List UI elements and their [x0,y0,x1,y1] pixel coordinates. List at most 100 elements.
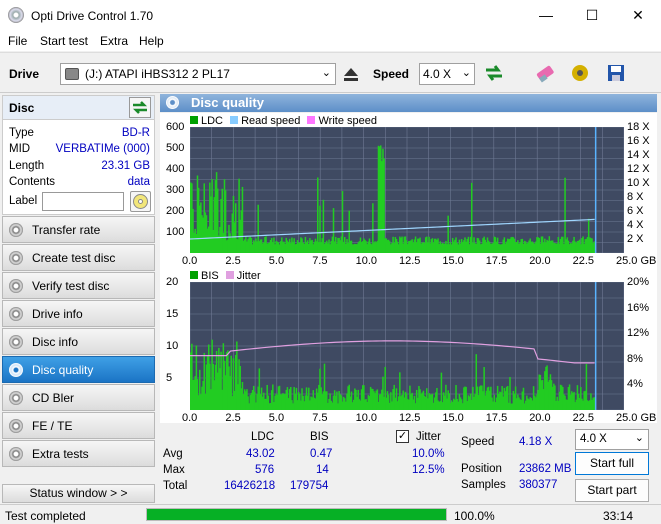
bis-chart: BIS Jitter 0.0 2.5 5.0 7.5 10.0 12.5 15.0 17.5 2… [160,268,657,424]
disc-refresh-button[interactable] [129,97,151,118]
disc-label-apply-button[interactable] [130,191,151,212]
y2-tick-label: 4% [627,378,643,391]
left-panel: Disc Type BD-R MID VERBATIMe (000) Lengt… [0,93,157,503]
y-tick-label: 100 [166,226,185,238]
chevron-down-icon: ⌄ [634,432,644,444]
disc-icon [9,307,23,321]
nav-drive-info[interactable]: Drive info [2,300,155,327]
drive-label: Drive [9,67,40,81]
x-tick-label: 20.0 [529,255,551,267]
nav-cd-bler[interactable]: CD Bler [2,384,155,411]
y2-tick-label: 12% [627,327,650,340]
status-text: Test completed [5,509,86,523]
speed-select-value: 4.0 X [423,67,452,81]
menu-start-test[interactable]: Start test [40,34,88,48]
nav-disc-info[interactable]: Disc info [2,328,155,355]
app-disc-icon [8,7,24,23]
data-bar [593,241,596,253]
jitter-legend-swatch [225,271,234,279]
start-full-button[interactable]: Start full [575,452,649,475]
disc-icon [9,447,23,461]
label-disc-icon [133,194,148,209]
stats-panel: LDC BIS ✓ Jitter Avg 43.02 0.47 10.0% Ma… [160,425,657,503]
disc-mid-value: VERBATIMe (000) [55,143,150,155]
total-ldc: 16426218 [224,480,276,492]
nav-fe-te[interactable]: FE / TE [2,412,155,439]
bis-legend-swatch [190,271,198,279]
disc-icon [9,223,23,237]
nav-label: CD Bler [32,391,75,405]
elapsed-time: 33:14 [603,509,634,523]
nav-label: FE / TE [32,419,73,433]
x-tick-label: 17.5 [485,255,508,267]
position-value: 23862 MB [519,463,572,475]
jitter-legend-label: Jitter [236,270,261,282]
nav-verify-test-disc[interactable]: Verify test disc [2,272,155,299]
x-tick-label: 5.0 [268,255,285,267]
jitter-checkbox[interactable]: ✓ [396,430,409,443]
x-tick-label: 25.0 GB [616,412,657,424]
x-tick-label: 2.5 [225,412,241,424]
minimize-button[interactable]: — [523,0,569,31]
disc-icon [9,279,23,293]
drive-select[interactable]: (J:) ATAPI iHBS312 2 PL17 ⌄ [60,63,336,85]
nav-label: Create test disc [32,251,116,265]
avg-key: Avg [163,448,183,460]
eject-icon [344,68,358,81]
maximize-button[interactable]: ☐ [569,0,615,31]
nav-disc-quality[interactable]: Disc quality [2,356,155,383]
nav-transfer-rate[interactable]: Transfer rate [2,216,155,243]
y2-tick-label: 10 X [627,177,650,189]
disc-icon [9,363,23,377]
x-tick-label: 0.0 [182,255,198,267]
refresh-speed-button[interactable] [481,60,507,86]
test-speed-select[interactable]: 4.0 X ⌄ [575,429,649,450]
x-tick-label: 12.5 [399,412,421,424]
start-part-button[interactable]: Start part [575,479,649,502]
x-tick-label: 12.5 [399,255,421,267]
settings-button[interactable] [567,60,593,86]
menu-bar: File Start test Extra Help [0,31,661,51]
eject-button[interactable] [338,61,364,87]
nav-label: Disc info [32,335,79,349]
speed-select[interactable]: 4.0 X ⌄ [419,63,475,85]
y2-tick-label: 16% [627,301,650,314]
disc-icon [9,419,23,433]
disc-type-value: BD-R [121,127,150,139]
y2-tick-label: 4 X [627,219,644,231]
nav-extra-tests[interactable]: Extra tests [2,440,155,467]
close-button[interactable]: ✕ [615,0,661,31]
menu-file[interactable]: File [8,34,27,48]
erase-button[interactable] [532,60,558,86]
y-tick-label: 300 [166,184,185,196]
speed-key: Speed [461,436,495,448]
menu-help[interactable]: Help [139,34,164,48]
disc-label-input[interactable] [42,192,124,211]
y2-tick-label: 2 X [627,233,644,245]
y2-tick-label: 8 X [627,191,644,203]
x-tick-label: 10.0 [355,255,378,267]
save-button[interactable] [603,60,629,86]
y-tick-label: 500 [166,142,185,154]
disc-mid-key: MID [9,143,31,155]
max-ldc: 576 [255,464,275,476]
max-bis: 14 [316,464,329,476]
ldc-legend-swatch [190,116,198,124]
x-tick-label: 10.0 [355,412,378,424]
x-tick-label: 0.0 [182,412,198,424]
y-tick-label: 15 [166,308,179,320]
data-bar [593,397,596,410]
ldc-chart: LDC Read speed Write speed 0.0 2.5 5.0 7.5 1… [160,113,657,268]
nav-create-test-disc[interactable]: Create test disc [2,244,155,271]
avg-jitter: 10.0% [412,448,445,460]
status-window-button[interactable]: Status window > > [2,484,155,503]
total-bis: 179754 [290,480,329,492]
data-bar [471,182,473,253]
panel-title: Disc quality [191,95,264,110]
nav-label: Drive info [32,307,83,321]
ldc-legend: LDC Read speed Write speed [190,115,377,127]
disc-length-value: 23.31 GB [101,160,150,172]
menu-extra[interactable]: Extra [100,34,128,48]
y2-tick-label: 14 X [627,149,650,161]
disc-label-key: Label [9,195,38,207]
